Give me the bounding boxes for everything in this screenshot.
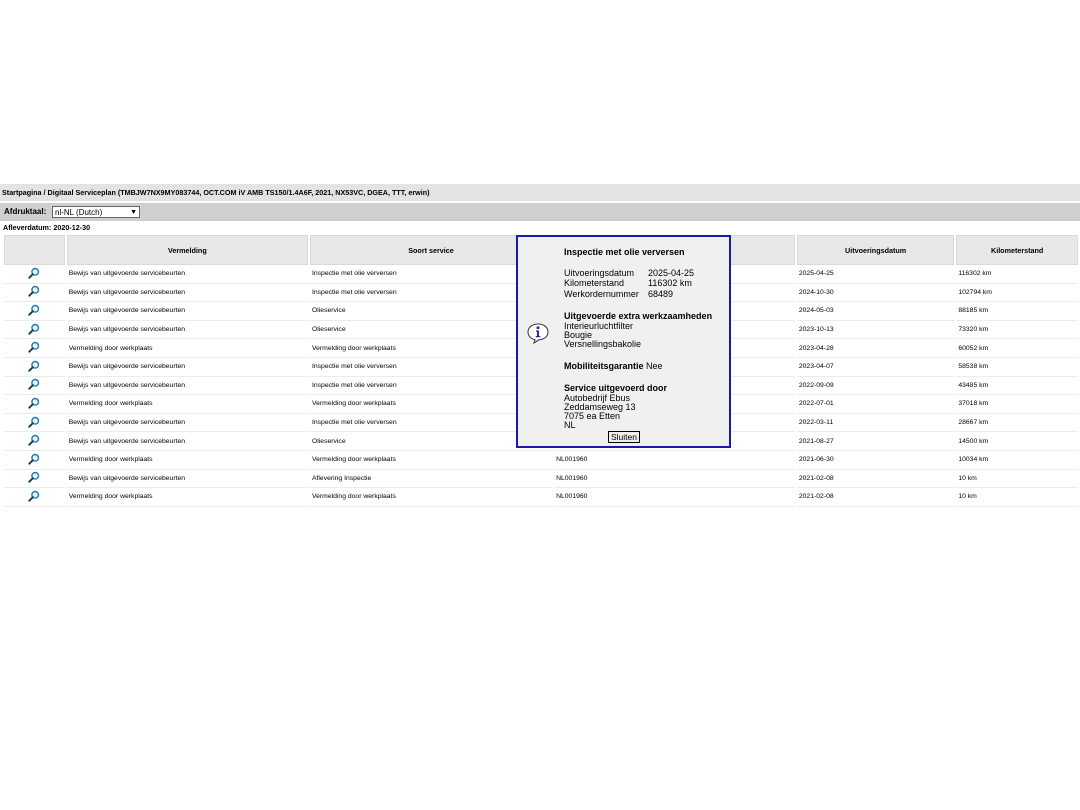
cell-vermelding: Bewijs van uitgevoerde servicebeurten [66, 470, 308, 489]
magnifier-icon[interactable] [4, 302, 65, 321]
language-bar: Afdruktaal: nl-NL (Dutch) ▼ [0, 203, 1080, 221]
popup-field-label: Kilometerstand [564, 278, 625, 288]
header-icon-col [4, 235, 65, 265]
cell-vermelding: Bewijs van uitgevoerde servicebeurten [66, 358, 308, 377]
magnifier-icon[interactable] [4, 265, 65, 284]
cell-vermelding: Bewijs van uitgevoerde servicebeurten [66, 321, 308, 340]
cell-mileage: 10 km [956, 470, 1078, 489]
magnifier-icon[interactable] [4, 470, 65, 489]
popup-field-value: 2025-04-25 [648, 267, 695, 278]
app: Startpagina / Digitaal Serviceplan (TMBJ… [0, 0, 1080, 810]
extra-work-list: Interieurluchtfilter Bougie Versnellings… [564, 321, 729, 349]
cell-mileage: 43485 km [956, 377, 1078, 396]
cell-date: 2023-04-07 [796, 358, 955, 377]
popup-field-label: Uitvoeringsdatum [564, 267, 635, 278]
extra-work-title: Uitgevoerde extra werkzaamheden [564, 311, 713, 321]
cell-date: 2021-08-27 [796, 432, 955, 451]
mobility-label: Mobiliteitsgarantie [564, 360, 644, 371]
cell-vermelding: Vermelding door werkplaats [66, 339, 308, 358]
popup-field-value: 116302 km [648, 278, 692, 288]
cell-reference: NL001960 [554, 488, 795, 507]
cell-date: 2022-09-09 [796, 377, 955, 396]
service-detail-popup: Inspectie met olie verversen Uitvoerings… [516, 235, 731, 448]
cell-vermelding: Bewijs van uitgevoerde servicebeurten [66, 414, 308, 433]
magnifier-icon[interactable] [4, 321, 65, 340]
popup-field-label: Werkordernummer [564, 288, 639, 299]
cell-vermelding: Vermelding door werkplaats [66, 451, 308, 470]
popup-title: Inspectie met olie verversen [564, 247, 685, 257]
extra-work-item: Versnellingsbakolie [564, 338, 642, 349]
magnifier-icon[interactable] [4, 488, 65, 507]
info-icon [527, 323, 549, 344]
mobility-value: Nee [646, 360, 663, 371]
address-line: 7075 ea Etten [564, 410, 621, 421]
magnifier-icon[interactable] [4, 432, 65, 451]
table-row: Vermelding door werkplaats Vermelding doo… [4, 488, 1078, 507]
cell-mileage: 102794 km [956, 284, 1078, 303]
cell-mileage: 116302 km [956, 265, 1078, 284]
cell-mileage: 37018 km [956, 395, 1078, 414]
cell-mileage: 73320 km [956, 321, 1078, 340]
header-vermelding: Vermelding [66, 235, 308, 265]
magnifier-icon[interactable] [4, 395, 65, 414]
magnifier-icon[interactable] [4, 451, 65, 470]
magnifier-icon[interactable] [4, 414, 65, 433]
cell-vermelding: Bewijs van uitgevoerde servicebeurten [66, 265, 308, 284]
cell-vermelding: Vermelding door werkplaats [66, 395, 308, 414]
cell-vermelding: Bewijs van uitgevoerde servicebeurten [66, 302, 308, 321]
cell-date: 2024-10-30 [796, 284, 955, 303]
close-button[interactable]: Sluiten [608, 431, 640, 443]
cell-date: 2021-06-30 [796, 451, 955, 470]
header-uitvoeringsdatum: Uitvoeringsdatum [796, 235, 955, 265]
cell-mileage: 60052 km [956, 339, 1078, 358]
address-line: NL [564, 419, 576, 430]
language-selected: nl-NL (Dutch) [55, 208, 103, 217]
breadcrumb: Startpagina / Digitaal Serviceplan (TMBJ… [0, 184, 1080, 201]
cell-vermelding: Bewijs van uitgevoerde servicebeurten [66, 377, 308, 396]
cell-date: 2022-03-11 [796, 414, 955, 433]
service-address: Autobedrijf Ebus Zeddamseweg 13 7075 ea … [564, 393, 729, 430]
cell-mileage: 10034 km [956, 451, 1078, 470]
delivery-date: Afleverdatum: 2020-12-30 [3, 223, 91, 232]
popup-field-value: 68489 [648, 288, 674, 299]
cell-soort-service: Vermelding door werkplaats [309, 488, 553, 507]
cell-vermelding: Vermelding door werkplaats [66, 488, 308, 507]
cell-date: 2023-04-28 [796, 339, 955, 358]
cell-mileage: 28667 km [956, 414, 1078, 433]
header-kilometerstand: Kilometerstand [956, 235, 1078, 265]
popup-field-row: Kilometerstand 116302 km [564, 278, 729, 289]
cell-mileage: 14500 km [956, 432, 1078, 451]
cell-date: 2022-07-01 [796, 395, 955, 414]
magnifier-icon[interactable] [4, 377, 65, 396]
cell-date: 2021-02-08 [796, 488, 955, 507]
cell-vermelding: Bewijs van uitgevoerde servicebeurten [66, 432, 308, 451]
mobility-guarantee: Mobiliteitsgarantie Nee [564, 361, 729, 372]
magnifier-icon[interactable] [4, 358, 65, 377]
cell-mileage: 58538 km [956, 358, 1078, 377]
cell-vermelding: Bewijs van uitgevoerde servicebeurten [66, 284, 308, 303]
cell-mileage: 10 km [956, 488, 1078, 507]
cell-date: 2025-04-25 [796, 265, 955, 284]
cell-date: 2024-05-03 [796, 302, 955, 321]
cell-reference: NL001960 [554, 470, 795, 489]
chevron-down-icon: ▼ [130, 209, 137, 216]
magnifier-icon[interactable] [4, 339, 65, 358]
cell-date: 2021-02-08 [796, 470, 955, 489]
table-row: Vermelding door werkplaats Vermelding doo… [4, 451, 1078, 470]
cell-reference: NL001960 [554, 451, 795, 470]
cell-mileage: 88185 km [956, 302, 1078, 321]
cell-soort-service: Vermelding door werkplaats [309, 451, 553, 470]
language-label: Afdruktaal: [4, 207, 47, 216]
popup-field-row: Werkordernummer 68489 [564, 289, 729, 300]
service-by-title: Service uitgevoerd door [564, 383, 668, 393]
magnifier-icon[interactable] [4, 284, 65, 303]
cell-soort-service: Aflevering Inspectie [309, 470, 553, 489]
table-row: Bewijs van uitgevoerde servicebeurten Afl… [4, 470, 1078, 489]
cell-date: 2023-10-13 [796, 321, 955, 340]
popup-field-row: Uitvoeringsdatum 2025-04-25 [564, 268, 729, 279]
language-select[interactable]: nl-NL (Dutch) ▼ [52, 206, 140, 218]
